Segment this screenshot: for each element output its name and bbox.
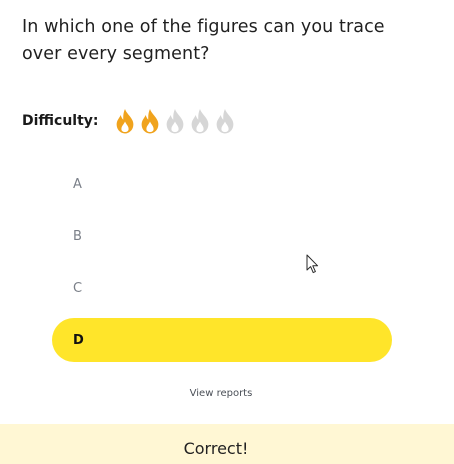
answer-option-d[interactable]: D <box>52 318 392 362</box>
flame-icon <box>116 108 133 133</box>
flame-icon <box>141 108 158 133</box>
option-label: A <box>73 176 82 192</box>
difficulty-label: Difficulty: <box>22 113 99 129</box>
option-label: D <box>73 332 84 348</box>
option-label: C <box>73 280 83 296</box>
difficulty-flames <box>113 108 237 135</box>
answer-option-a[interactable]: A <box>52 162 392 206</box>
option-label: B <box>73 228 82 244</box>
answer-option-c[interactable]: C <box>52 266 392 310</box>
feedback-banner: Correct! <box>0 424 454 464</box>
flame-icon <box>166 108 183 133</box>
view-reports-link[interactable]: View reports <box>0 388 442 399</box>
mouse-cursor-icon <box>306 254 319 274</box>
answer-option-b[interactable]: B <box>52 214 392 258</box>
question-text: In which one of the figures can you trac… <box>22 17 385 64</box>
flame-icon <box>216 108 233 133</box>
answer-options: A B C D <box>52 162 392 370</box>
flame-icon <box>191 108 208 133</box>
difficulty-rating: Difficulty: <box>22 106 237 136</box>
feedback-text: Correct! <box>183 438 249 458</box>
